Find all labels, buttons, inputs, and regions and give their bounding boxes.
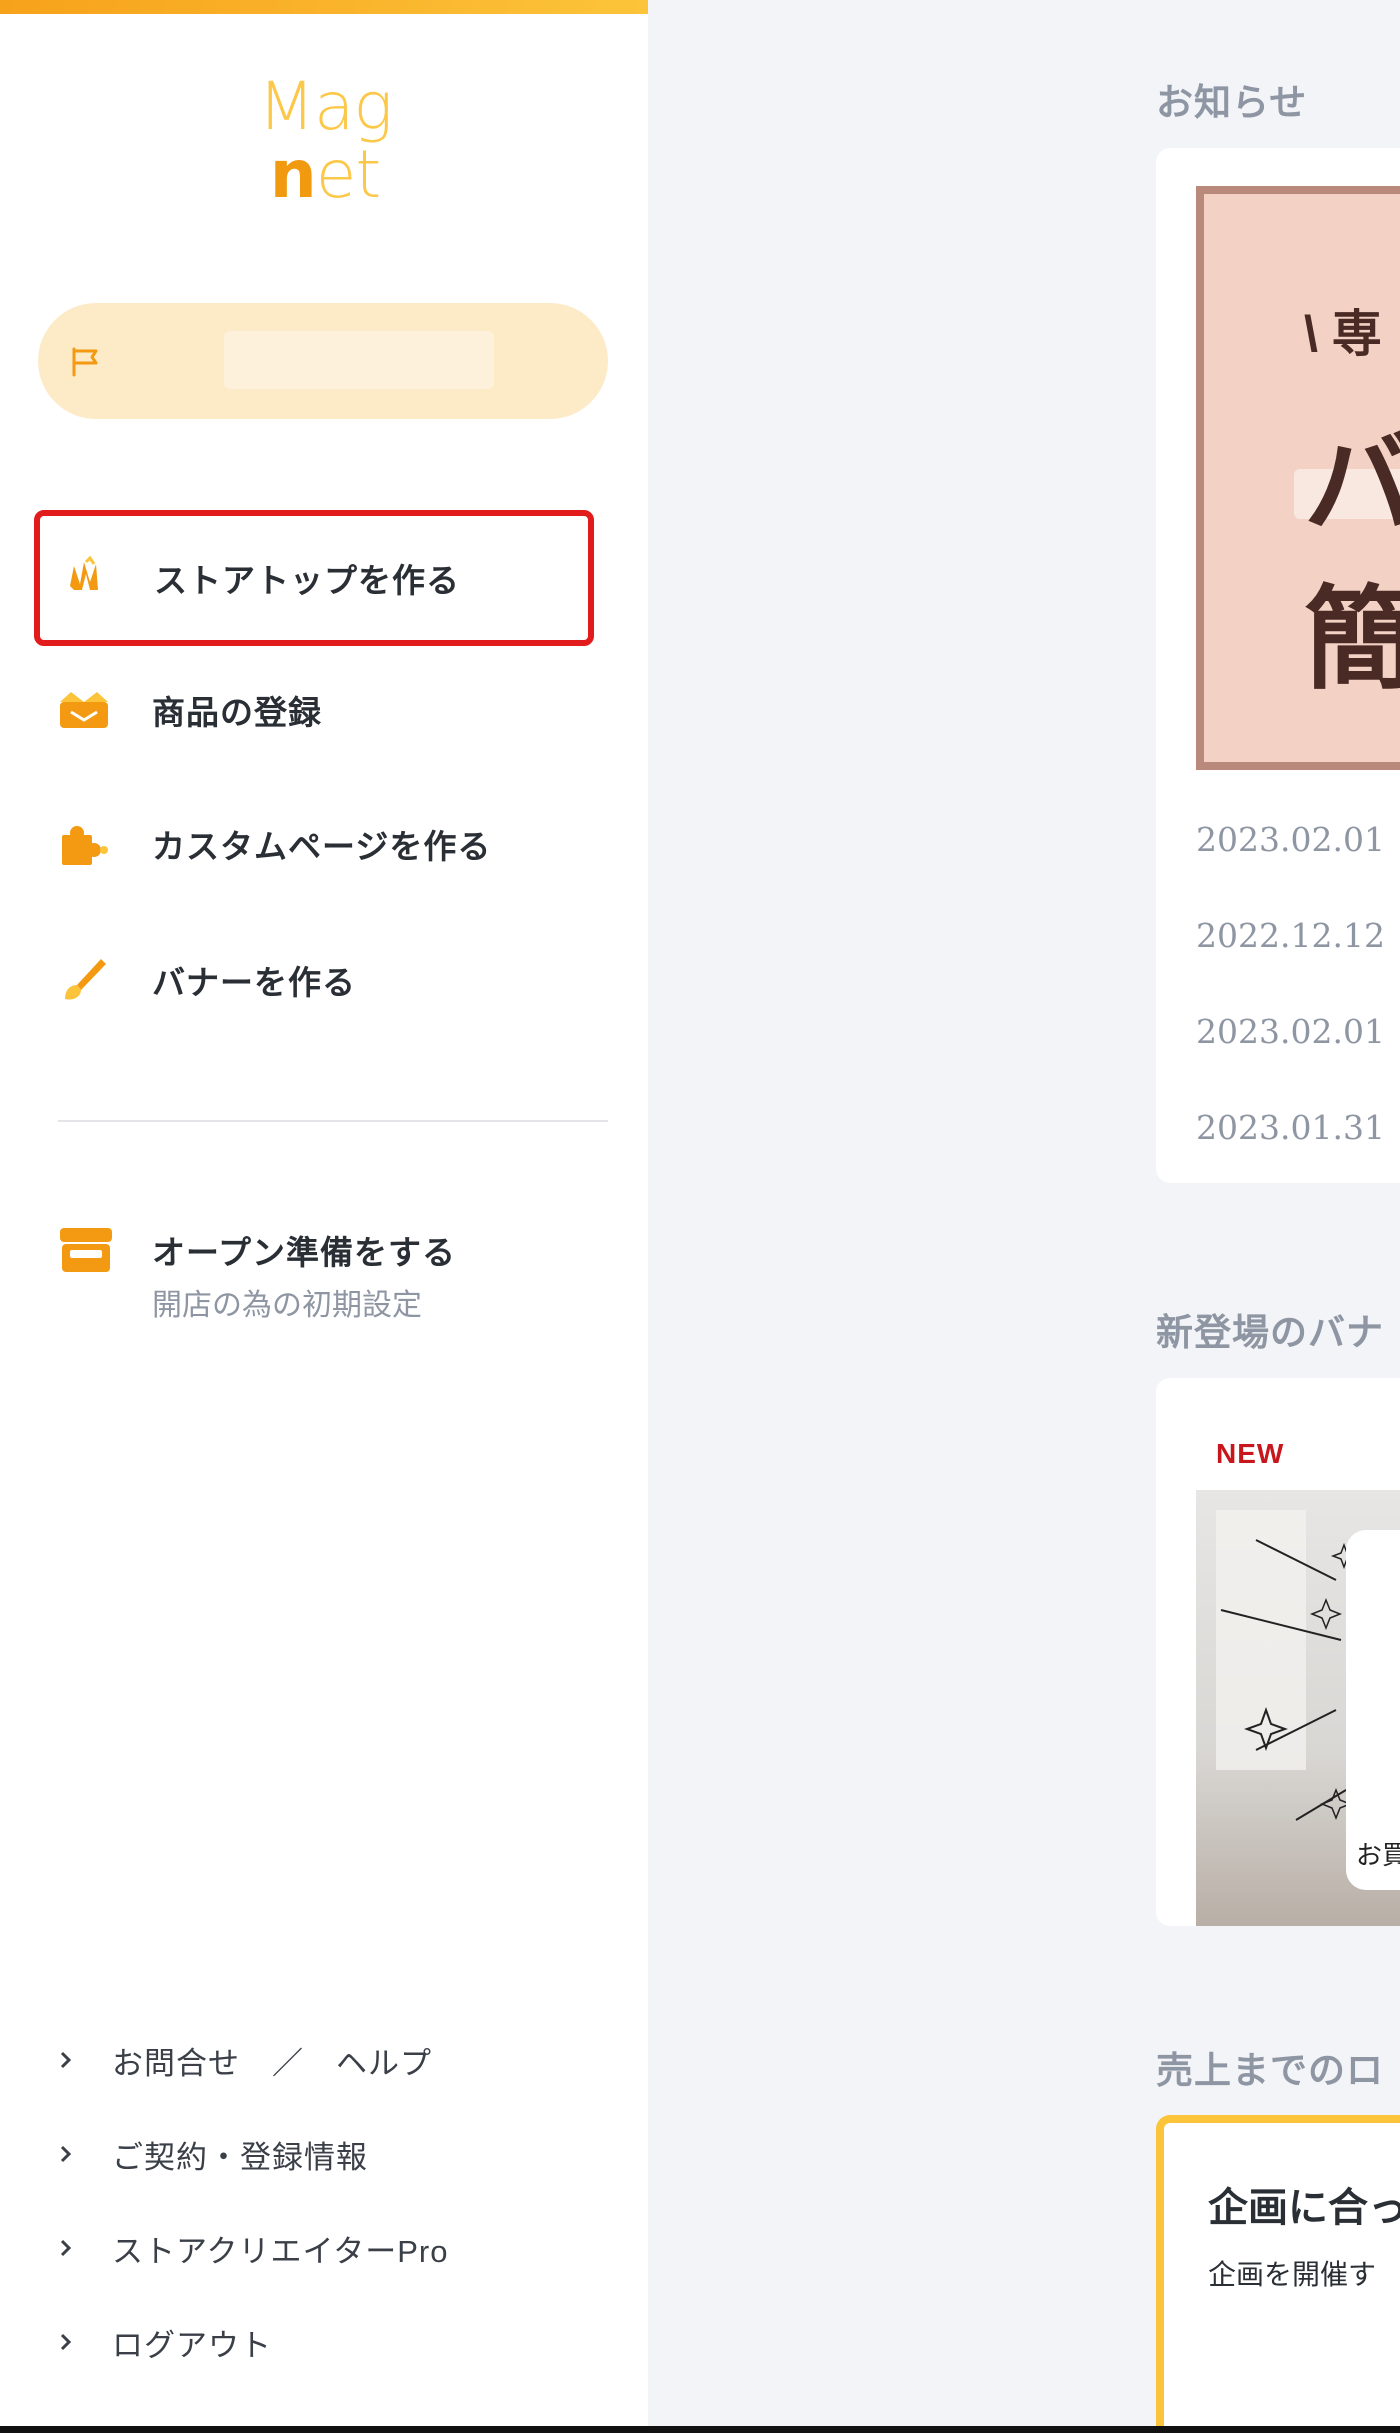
news-section-title: お知らせ bbox=[1156, 82, 1308, 123]
nav-item-custom-page[interactable]: カスタムページを作る bbox=[38, 786, 598, 902]
logo-text-et: et bbox=[315, 136, 381, 213]
puzzle-icon bbox=[54, 814, 114, 874]
news-banner-line2: バ bbox=[1304, 394, 1400, 556]
sidebar: Mag net ストアトップを作る 商品の登録 カスタムページを作る バナーを作… bbox=[0, 0, 648, 2433]
news-date[interactable]: 2023.02.01 bbox=[1196, 1012, 1385, 1051]
footer-link-logout[interactable]: ログアウト bbox=[54, 2312, 614, 2372]
chevron-right-icon bbox=[54, 2233, 78, 2263]
product-box-icon bbox=[54, 680, 114, 740]
logo-magnet-n: n bbox=[269, 136, 317, 213]
footer-link-label: ご契約・登録情報 bbox=[112, 2139, 368, 2175]
open-prep-label: オープン準備をする bbox=[152, 1234, 457, 1271]
new-banners-section-title: 新登場のバナ bbox=[1156, 1312, 1384, 1353]
nav-item-products[interactable]: 商品の登録 bbox=[38, 652, 598, 768]
nav-label: バナーを作る bbox=[152, 964, 356, 1001]
banner-thumbnail[interactable]: お買 bbox=[1196, 1490, 1400, 1926]
nav-label: ストアトップを作る bbox=[154, 562, 460, 599]
paint-brush-icon bbox=[54, 950, 114, 1010]
nav-label: カスタムページを作る bbox=[152, 828, 492, 865]
flow-step-card[interactable]: 企画に合っ 企画を開催す bbox=[1156, 2115, 1400, 2426]
news-date[interactable]: 2023.02.01 bbox=[1196, 820, 1385, 859]
nav-label: 商品の登録 bbox=[152, 694, 322, 731]
new-banner-card[interactable]: NEW お買 bbox=[1156, 1378, 1400, 1926]
chevron-right-icon bbox=[54, 2327, 78, 2357]
news-banner-image[interactable]: \ 専 バ 簡 bbox=[1196, 186, 1400, 770]
screen-bottom-edge bbox=[0, 2426, 1400, 2433]
footer-link-store-creator-pro[interactable]: ストアクリエイターPro bbox=[54, 2218, 614, 2278]
new-badge: NEW bbox=[1216, 1438, 1285, 1469]
news-card: \ 専 バ 簡 2023.02.01 2022.12.12 2023.02.01… bbox=[1156, 148, 1400, 1183]
flow-section-title: 売上までのロ bbox=[1156, 2050, 1384, 2091]
nav-item-banner[interactable]: バナーを作る bbox=[38, 922, 598, 1038]
chevron-right-icon bbox=[54, 2045, 78, 2075]
magnet-logo[interactable]: Mag net bbox=[250, 72, 400, 222]
flow-step-text: 企画を開催す bbox=[1208, 2259, 1377, 2290]
open-prep-button[interactable]: オープン準備をする 開店の為の初期設定 bbox=[54, 1222, 614, 1332]
news-date[interactable]: 2023.01.31 bbox=[1196, 1108, 1385, 1147]
store-name bbox=[224, 331, 494, 389]
sidebar-top-accent-bar bbox=[0, 0, 648, 14]
footer-link-label: ストアクリエイターPro bbox=[112, 2233, 449, 2269]
thumb-text: お買 bbox=[1356, 1840, 1400, 1870]
footer-link-contact-help[interactable]: お問合せ ／ ヘルプ bbox=[54, 2030, 614, 2090]
main-content: お知らせ \ 専 バ 簡 2023.02.01 2022.12.12 2023.… bbox=[648, 0, 1400, 2426]
chevron-right-icon bbox=[54, 2139, 78, 2169]
logo-text-mag: Mag bbox=[258, 68, 393, 145]
nav-item-store-top[interactable]: ストアトップを作る bbox=[34, 510, 594, 646]
news-banner-line1: \ 専 bbox=[1304, 306, 1382, 362]
news-banner-line3: 簡 bbox=[1304, 549, 1400, 711]
logo-text-net: net bbox=[250, 142, 400, 208]
footer-link-label: お問合せ ／ ヘルプ bbox=[112, 2045, 432, 2081]
footer-link-contract[interactable]: ご契約・登録情報 bbox=[54, 2124, 614, 2184]
footer-link-label: ログアウト bbox=[112, 2327, 272, 2363]
store-top-icon bbox=[56, 548, 116, 608]
flag-icon bbox=[72, 347, 98, 377]
news-date[interactable]: 2022.12.12 bbox=[1196, 916, 1385, 955]
flow-step-heading: 企画に合っ bbox=[1208, 2186, 1400, 2230]
store-selector[interactable] bbox=[38, 303, 608, 419]
sidebar-divider bbox=[58, 1120, 608, 1122]
shop-icon bbox=[60, 1228, 112, 1272]
open-prep-sub: 開店の為の初期設定 bbox=[152, 1289, 422, 1322]
